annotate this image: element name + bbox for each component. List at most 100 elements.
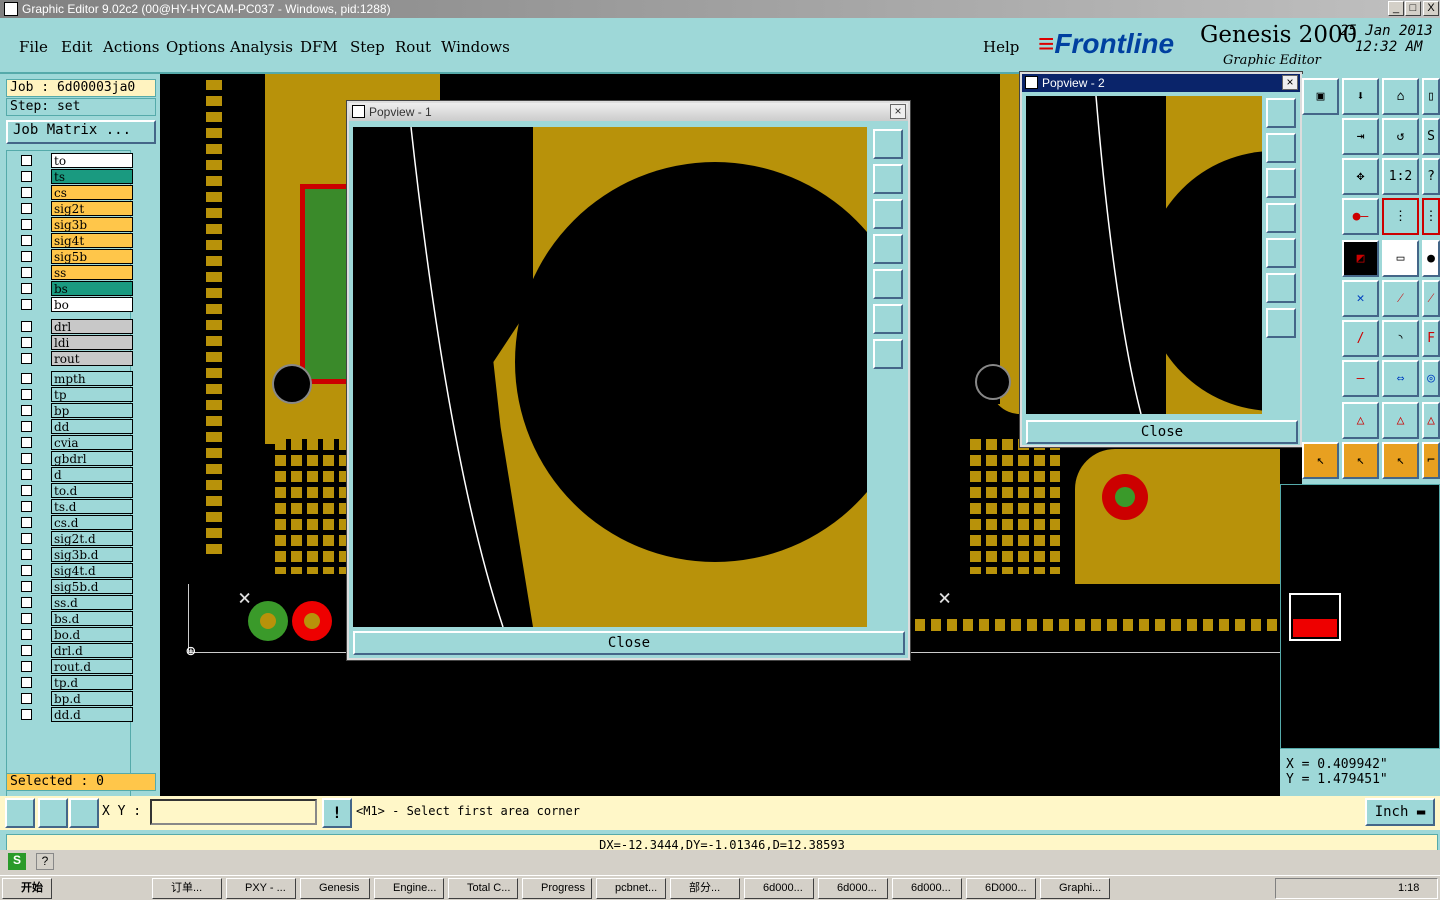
unit-selector[interactable]: Inch ▬ [1365,798,1435,826]
pan-up-icon[interactable] [873,164,903,194]
menu-options[interactable]: Options [166,38,225,56]
select2-arrow-icon[interactable]: ↖ [1342,442,1379,479]
pan-up-icon-2[interactable] [1266,133,1296,163]
layer-checkbox[interactable] [21,235,32,246]
layer-checkbox[interactable] [21,299,32,310]
layer-checkbox[interactable] [21,677,32,688]
dimension-icon[interactable]: ⇔ [1382,360,1419,397]
taskbar-item[interactable]: Progress [522,878,592,899]
job-matrix-button[interactable]: Job Matrix ... [6,120,156,144]
overview-map[interactable] [1280,484,1440,749]
layer-item[interactable]: sig5b [51,249,133,264]
layer-checkbox[interactable] [21,709,32,720]
layer-item[interactable]: mpth [51,371,133,386]
layer-checkbox[interactable] [21,581,32,592]
menu-file[interactable]: File [19,38,48,56]
menu-help[interactable]: Help [983,38,1019,56]
layer-item[interactable]: sig2t [51,201,133,216]
triangle2-icon[interactable]: △ [1382,402,1419,439]
layer-checkbox[interactable] [21,251,32,262]
layer-item[interactable]: cvia [51,435,133,450]
layer-item[interactable]: cs.d [51,515,133,530]
layer-checkbox[interactable] [21,501,32,512]
triangle3-icon[interactable]: △ [1422,402,1440,439]
zoom-fit-icon[interactable]: ✥ [1342,158,1379,195]
layer-checkbox[interactable] [21,421,32,432]
zoom-out-icon[interactable] [873,304,903,334]
net2-icon[interactable]: ⋮ [1422,198,1440,235]
taskbar-item[interactable]: 6D000... [966,878,1036,899]
layer-item[interactable]: ldi [51,335,133,350]
layer-item[interactable]: sig4t [51,233,133,248]
layer-item[interactable]: d [51,467,133,482]
ruler-icon[interactable]: ▭ [1382,240,1419,277]
layer-checkbox[interactable] [21,171,32,182]
popview-1-close-icon[interactable]: × [890,104,906,119]
help-small-icon[interactable]: ? [36,853,54,870]
taskbar-item[interactable]: 部分... [670,878,740,899]
menu-dfm[interactable]: DFM [300,38,338,56]
arc-icon[interactable]: ◝ [1382,320,1419,357]
layer-item[interactable]: cs [51,185,133,200]
layer-checkbox[interactable] [21,693,32,704]
zoom-home-icon[interactable]: ▣ [1302,78,1339,115]
pan-right-icon[interactable] [873,269,903,299]
zoom-out-icon-2[interactable] [1266,273,1296,303]
layer-item[interactable]: gbdrl [51,451,133,466]
layer-item[interactable]: to.d [51,483,133,498]
layer-checkbox[interactable] [21,437,32,448]
layer-checkbox[interactable] [21,453,32,464]
select-arrow-icon[interactable]: ↖ [1302,442,1339,479]
layer-checkbox[interactable] [21,155,32,166]
layer-item[interactable]: bs.d [51,611,133,626]
taskbar-item[interactable]: Graphi... [1040,878,1110,899]
pad-icon[interactable]: ● [1422,240,1440,277]
layer-item[interactable]: rout [51,351,133,366]
layer-item[interactable]: tp [51,387,133,402]
layer-item[interactable]: drl [51,319,133,334]
layer-checkbox[interactable] [21,469,32,480]
maximize-button[interactable]: □ [1405,1,1421,16]
layer-checkbox[interactable] [21,321,32,332]
layer-checkbox[interactable] [21,533,32,544]
menu-analysis[interactable]: Analysis [230,38,293,56]
select3-arrow-icon[interactable]: ↖ [1382,442,1419,479]
taskbar-item[interactable]: pcbnet... [596,878,666,899]
taskbar-item[interactable]: PXY - ... [226,878,296,899]
taskbar-item[interactable]: 订单... [152,878,222,899]
taskbar-item[interactable]: 6d000... [744,878,814,899]
font-icon[interactable]: F [1422,320,1440,357]
zoom-window-icon[interactable] [873,129,903,159]
layer-item[interactable]: sig3b.d [51,547,133,562]
layer-checkbox[interactable] [21,283,32,294]
layer-checkbox[interactable] [21,549,32,560]
layer-item[interactable]: sig3b [51,217,133,232]
cross-icon[interactable]: ✕ [1342,280,1379,317]
popview-1-close-button[interactable]: Close [353,631,905,655]
scale-icon[interactable]: 1:2 [1382,158,1419,195]
zoom-window-icon-2[interactable] [1266,98,1296,128]
layer-item[interactable]: dd.d [51,707,133,722]
layer-item[interactable]: ts.d [51,499,133,514]
menu-rout[interactable]: Rout [395,38,431,56]
pan-right-icon-2[interactable] [1266,238,1296,268]
layer-checkbox[interactable] [21,187,32,198]
layer-checkbox[interactable] [21,517,32,528]
pan-left-icon-2[interactable] [1266,203,1296,233]
pan-down-icon[interactable] [873,199,903,229]
layer-item[interactable]: sig2t.d [51,531,133,546]
popview-2-close-icon[interactable]: × [1282,75,1298,90]
snap-icon[interactable]: S [1422,118,1440,155]
layer-checkbox[interactable] [21,661,32,672]
shapes-icon[interactable]: ◎ [1422,360,1440,397]
menu-windows[interactable]: Windows [441,38,510,56]
layer-checkbox[interactable] [21,353,32,364]
start-button[interactable]: 开始 [2,878,52,899]
layer-item[interactable]: ss.d [51,595,133,610]
layer-item[interactable]: bo [51,297,133,312]
panel-icon[interactable]: ▯ [1422,78,1440,115]
home-icon[interactable]: ⌂ [1382,78,1419,115]
layer-item[interactable]: sig5b.d [51,579,133,594]
layer-item[interactable]: ts [51,169,133,184]
layer-checkbox[interactable] [21,373,32,384]
